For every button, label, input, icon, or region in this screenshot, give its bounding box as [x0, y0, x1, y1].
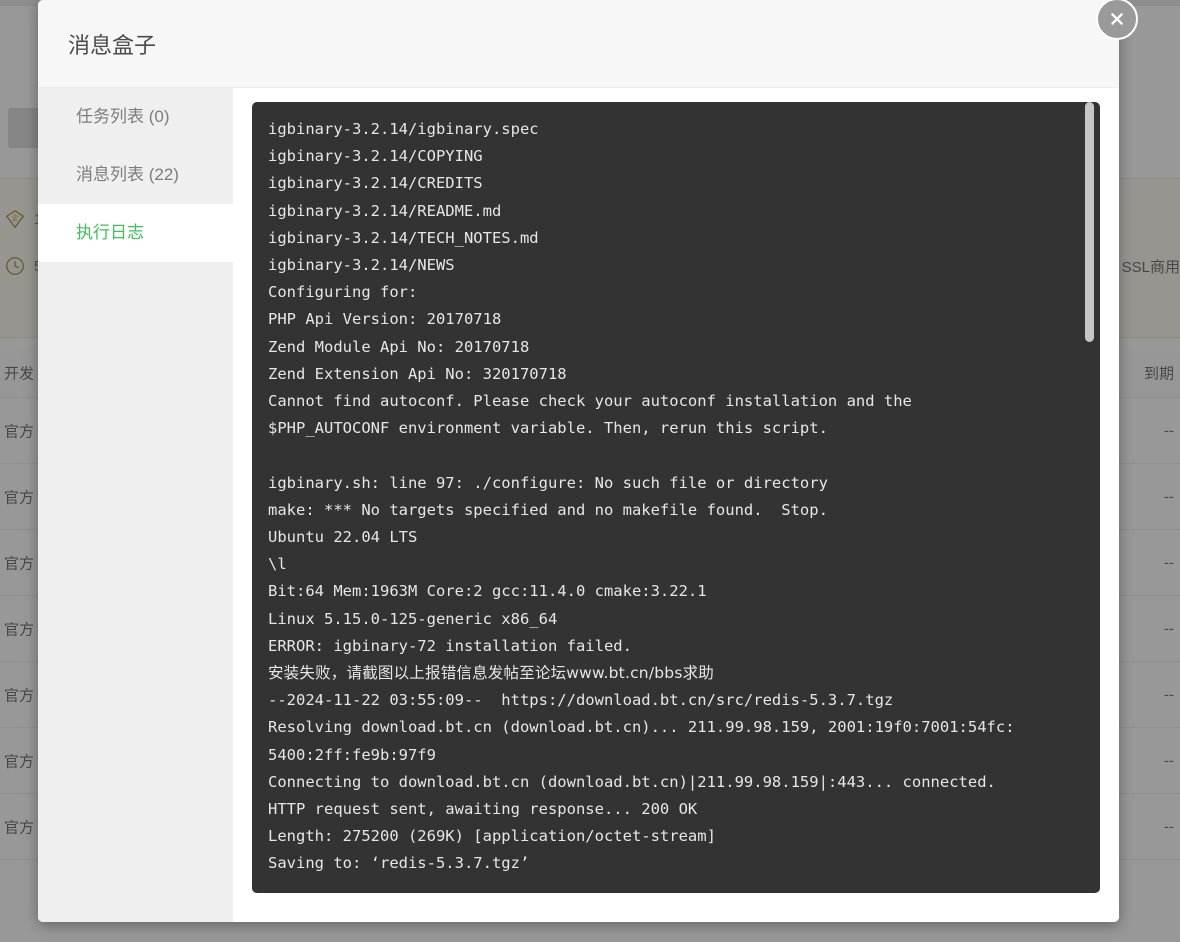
log-line: igbinary-3.2.14/README.md — [268, 201, 502, 220]
log-line: make: *** No targets specified and no ma… — [268, 500, 828, 519]
dialog-body: 任务列表 (0) 消息列表 (22) 执行日志 igbinary-3.2.14/… — [38, 88, 1119, 922]
log-line: igbinary-3.2.14/CREDITS — [268, 174, 483, 193]
log-line: Cannot find autoconf. Please check your … — [268, 392, 912, 411]
log-line: Bit:64 Mem:1963M Core:2 gcc:11.4.0 cmake… — [268, 582, 707, 601]
log-line: igbinary-3.2.14/igbinary.spec — [268, 120, 539, 138]
log-line: igbinary-3.2.14/TECH_NOTES.md — [268, 228, 539, 247]
tab-execution-log[interactable]: 执行日志 — [38, 204, 233, 262]
close-dialog-button[interactable] — [1096, 0, 1138, 40]
log-line: HTTP request sent, awaiting response... … — [268, 800, 698, 819]
log-line: Resolving download.bt.cn (download.bt.cn… — [268, 718, 1015, 737]
log-line: 安装失败，请截图以上报错信息发帖至论坛www.bt.cn/bbs求助 — [268, 664, 715, 683]
log-line: igbinary-3.2.14/NEWS — [268, 256, 455, 275]
log-line: igbinary-3.2.14/COPYING — [268, 147, 483, 166]
log-line: Saving to: ‘redis-5.3.7.tgz’ — [268, 854, 530, 873]
log-line: Configuring for: — [268, 283, 418, 302]
log-line: Zend Module Api No: 20170718 — [268, 337, 530, 356]
log-line: ERROR: igbinary-72 installation failed. — [268, 636, 632, 655]
log-line: Linux 5.15.0-125-generic x86_64 — [268, 609, 558, 628]
log-scrollbar-thumb[interactable] — [1085, 102, 1094, 342]
log-console[interactable]: igbinary-3.2.14/igbinary.spec igbinary-3.… — [252, 102, 1100, 893]
tab-message-list[interactable]: 消息列表 (22) — [38, 146, 233, 204]
log-output: igbinary-3.2.14/igbinary.spec igbinary-3.… — [268, 116, 1074, 878]
log-line: 5400:2ff:fe9b:97f9 — [268, 745, 436, 764]
log-line: Length: 275200 (269K) [application/octet… — [268, 827, 716, 846]
log-line: Connecting to download.bt.cn (download.b… — [268, 772, 996, 791]
log-line: $PHP_AUTOCONF environment variable. Then… — [268, 419, 828, 438]
execution-log-panel: igbinary-3.2.14/igbinary.spec igbinary-3.… — [233, 88, 1119, 922]
log-line: \l — [268, 555, 287, 574]
dialog-tab-list: 任务列表 (0) 消息列表 (22) 执行日志 — [38, 88, 233, 922]
log-line: igbinary.sh: line 97: ./configure: No su… — [268, 473, 828, 492]
tab-task-list[interactable]: 任务列表 (0) — [38, 88, 233, 146]
tab-list-filler — [38, 262, 233, 922]
log-line: Zend Extension Api No: 320170718 — [268, 364, 567, 383]
log-scrollbar-track[interactable] — [1085, 102, 1094, 893]
close-icon — [1106, 8, 1128, 30]
log-line: --2024-11-22 03:55:09-- https://download… — [268, 691, 894, 710]
log-line: Ubuntu 22.04 LTS — [268, 528, 418, 547]
dialog-title: 消息盒子 — [68, 32, 157, 58]
dialog-header: 消息盒子 — [38, 0, 1119, 88]
page-root: 添 企 1 5 SSL商用 开发 到期 — [0, 0, 1180, 942]
log-line: PHP Api Version: 20170718 — [268, 310, 502, 329]
message-box-dialog: 消息盒子 任务列表 (0) 消息列表 (22) 执行日志 igbinary-3.… — [38, 0, 1119, 922]
